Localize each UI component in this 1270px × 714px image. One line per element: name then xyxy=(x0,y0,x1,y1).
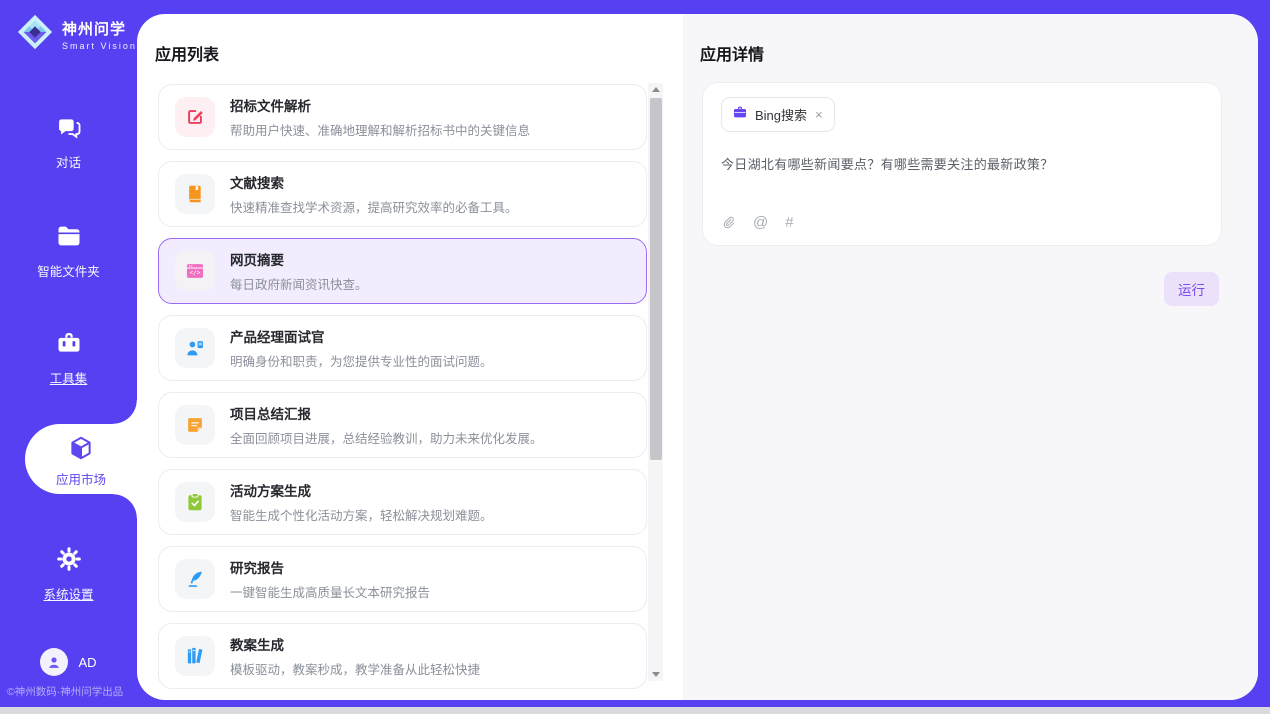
app-list-title: 应用列表 xyxy=(155,41,219,65)
clipboard-check-icon xyxy=(175,482,215,522)
prompt-card[interactable]: Bing搜索 × 今日湖北有哪些新闻要点？有哪些需要关注的最新政策？ @ # xyxy=(702,82,1222,246)
app-list-item[interactable]: 教案生成模板驱动，教案秒成，教学准备从此轻松快捷 xyxy=(158,623,647,689)
book-icon xyxy=(175,174,215,214)
hash-icon[interactable]: # xyxy=(785,215,793,230)
run-button[interactable]: 运行 xyxy=(1164,272,1219,306)
arrow-up-icon xyxy=(652,87,660,92)
app-item-description: 智能生成个性化活动方案，轻松解决规划难题。 xyxy=(230,505,493,524)
app-detail-title: 应用详情 xyxy=(700,41,764,65)
app-list-item[interactable]: 研究报告一键智能生成高质量长文本研究报告 xyxy=(158,546,647,612)
chat-icon xyxy=(55,113,83,141)
app-detail-panel: 应用详情 Bing搜索 × 今日湖北有哪些新闻要点？有哪些需要关注的最新政策？ xyxy=(683,14,1258,700)
app-item-description: 帮助用户快速、准确地理解和解析招标书中的关键信息 xyxy=(230,120,530,139)
sidebar-item-label: 系统设置 xyxy=(0,584,137,603)
browser-code-icon: </> xyxy=(175,251,215,291)
paperclip-icon[interactable] xyxy=(721,214,736,231)
tool-tag-label: Bing搜索 xyxy=(755,105,807,124)
scroll-up-button[interactable] xyxy=(648,83,663,96)
close-icon[interactable]: × xyxy=(814,107,824,122)
app-list-item[interactable]: 招标文件解析帮助用户快速、准确地理解和解析招标书中的关键信息 xyxy=(158,84,647,150)
app-item-texts: 文献搜索快速精准查找学术资源，提高研究效率的必备工具。 xyxy=(230,172,518,216)
app-item-title: 产品经理面试官 xyxy=(230,326,493,346)
app-item-title: 文献搜索 xyxy=(230,172,518,192)
app-item-texts: 研究报告一键智能生成高质量长文本研究报告 xyxy=(230,557,430,601)
app-item-texts: 招标文件解析帮助用户快速、准确地理解和解析招标书中的关键信息 xyxy=(230,95,530,139)
app-item-title: 项目总结汇报 xyxy=(230,403,543,423)
briefcase-icon xyxy=(732,104,748,125)
app-item-title: 招标文件解析 xyxy=(230,95,530,115)
brand-logo: 神州问学 Smart Vision xyxy=(16,13,137,56)
app-item-texts: 教案生成模板驱动，教案秒成，教学准备从此轻松快捷 xyxy=(230,634,480,678)
avatar xyxy=(40,648,68,676)
gear-icon xyxy=(55,545,83,573)
app-item-description: 全面回顾项目进展，总结经验教训，助力未来优化发展。 xyxy=(230,428,543,447)
scroll-thumb[interactable] xyxy=(650,98,662,460)
app-item-texts: 项目总结汇报全面回顾项目进展，总结经验教训，助力未来优化发展。 xyxy=(230,403,543,447)
app-item-description: 模板驱动，教案秒成，教学准备从此轻松快捷 xyxy=(230,659,480,678)
arrow-down-icon xyxy=(652,672,660,677)
app-list-item[interactable]: 活动方案生成智能生成个性化活动方案，轻松解决规划难题。 xyxy=(158,469,647,535)
svg-text:</>: </> xyxy=(190,270,201,277)
sidebar-item-label: 应用市场 xyxy=(25,469,137,488)
edit-square-icon xyxy=(175,97,215,137)
sidebar-item-smart-folder[interactable]: 智能文件夹 xyxy=(0,222,137,280)
app-list-item[interactable]: </> 网页摘要每日政府新闻资讯快查。 xyxy=(158,238,647,304)
prompt-text[interactable]: 今日湖北有哪些新闻要点？有哪些需要关注的最新政策？ xyxy=(721,154,1203,173)
interviewer-icon xyxy=(175,328,215,368)
content-overlay: 应用列表 招标文件解析帮助用户快速、准确地理解和解析招标书中的关键信息文献搜索快… xyxy=(137,14,1258,700)
folder-icon xyxy=(55,222,83,250)
toolbox-icon xyxy=(55,329,83,357)
tool-tag-bing-search[interactable]: Bing搜索 × xyxy=(721,97,835,132)
active-tab-curve-top xyxy=(113,400,137,424)
app-item-title: 网页摘要 xyxy=(230,249,368,269)
brand-name: 神州问学 xyxy=(62,18,137,39)
app-list-item[interactable]: 文献搜索快速精准查找学术资源，提高研究效率的必备工具。 xyxy=(158,161,647,227)
app-item-texts: 产品经理面试官明确身份和职责，为您提供专业性的面试问题。 xyxy=(230,326,493,370)
app-item-title: 教案生成 xyxy=(230,634,480,654)
sidebar-item-settings[interactable]: 系统设置 xyxy=(0,545,137,603)
app-item-title: 活动方案生成 xyxy=(230,480,493,500)
app-item-texts: 网页摘要每日政府新闻资讯快查。 xyxy=(230,249,368,293)
app-item-description: 一键智能生成高质量长文本研究报告 xyxy=(230,582,430,601)
active-tab-curve-bottom xyxy=(113,494,137,518)
sidebar-item-label: 智能文件夹 xyxy=(0,261,137,280)
app-item-description: 明确身份和职责，为您提供专业性的面试问题。 xyxy=(230,351,493,370)
app-list-item[interactable]: 产品经理面试官明确身份和职责，为您提供专业性的面试问题。 xyxy=(158,315,647,381)
app-list-item[interactable]: 项目总结汇报全面回顾项目进展，总结经验教训，助力未来优化发展。 xyxy=(158,392,647,458)
note-icon xyxy=(175,405,215,445)
sidebar-item-app-market-active[interactable]: 应用市场 xyxy=(25,424,137,494)
sidebar-item-chat[interactable]: 对话 xyxy=(0,113,137,171)
app-item-description: 每日政府新闻资讯快查。 xyxy=(230,274,368,293)
scroll-down-button[interactable] xyxy=(648,668,663,681)
sidebar-item-label: 对话 xyxy=(0,152,137,171)
input-toolbar: @ # xyxy=(721,214,794,231)
diamond-logo-icon xyxy=(16,13,54,56)
sidebar-item-toolset[interactable]: 工具集 xyxy=(0,329,137,387)
at-icon[interactable]: @ xyxy=(753,215,768,230)
copyright-text: ©神州数码·神州问学出品 xyxy=(7,684,144,699)
brand-subtitle: Smart Vision xyxy=(62,41,137,51)
ink-pen-icon xyxy=(175,559,215,599)
sidebar-item-label: 工具集 xyxy=(0,368,137,387)
user-initials: AD xyxy=(78,655,96,670)
app-list: 招标文件解析帮助用户快速、准确地理解和解析招标书中的关键信息文献搜索快速精准查找… xyxy=(158,84,647,700)
cube-icon xyxy=(67,434,95,462)
scrollbar[interactable] xyxy=(648,83,663,681)
app-item-title: 研究报告 xyxy=(230,557,430,577)
app-item-texts: 活动方案生成智能生成个性化活动方案，轻松解决规划难题。 xyxy=(230,480,493,524)
app-item-description: 快速精准查找学术资源，提高研究效率的必备工具。 xyxy=(230,197,518,216)
books-icon xyxy=(175,636,215,676)
user-account[interactable]: AD xyxy=(0,648,137,676)
